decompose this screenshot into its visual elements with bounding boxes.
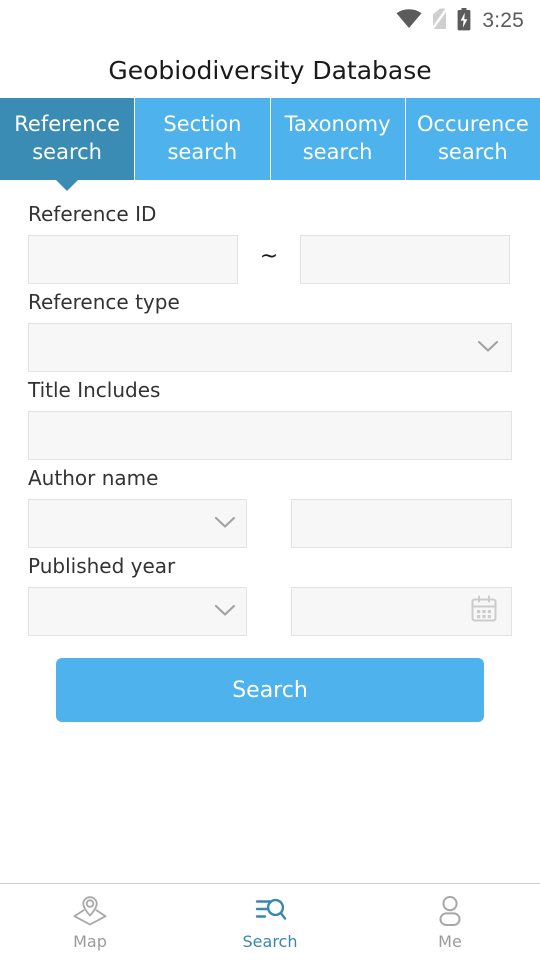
title-includes-input[interactable] — [28, 411, 512, 460]
label-author-name: Author name — [28, 466, 159, 490]
nav-label-me: Me — [438, 931, 462, 951]
calendar-icon[interactable] — [469, 594, 499, 629]
label-title-includes: Title Includes — [28, 378, 161, 402]
battery-charging-icon — [457, 7, 471, 35]
nav-item-search[interactable]: Search — [180, 894, 360, 951]
status-time: 3:25 — [482, 9, 524, 32]
page-title: Geobiodiversity Database — [108, 55, 432, 85]
field-title-includes: Title Includes — [28, 378, 512, 460]
tab-label-line1: Reference — [14, 112, 120, 137]
field-reference-id: Reference ID ~ — [28, 202, 512, 284]
published-year-row — [28, 587, 512, 636]
active-tab-pointer-icon — [56, 180, 79, 191]
field-reference-type: Reference type — [28, 290, 512, 372]
range-separator: ~ — [259, 243, 279, 269]
nav-label-search: Search — [242, 931, 298, 951]
nav-item-me[interactable]: Me — [360, 894, 540, 951]
tab-reference-search[interactable]: Reference search — [0, 98, 135, 191]
tab-label-line2: search — [32, 140, 102, 164]
search-list-icon — [251, 894, 289, 928]
field-author-name: Author name — [28, 466, 512, 548]
label-published-year: Published year — [28, 554, 176, 578]
reference-search-form: Reference ID ~ Reference type Title Incl — [0, 180, 540, 883]
label-reference-type: Reference type — [28, 290, 180, 314]
tab-label-line2: search — [302, 140, 373, 164]
person-icon — [431, 894, 469, 928]
map-pin-layers-icon — [71, 894, 109, 928]
nav-label-map: Map — [73, 931, 107, 951]
app-title-bar: Geobiodiversity Database — [0, 42, 540, 98]
status-bar: 3:25 — [0, 0, 540, 42]
reference-id-row: ~ — [28, 235, 512, 284]
tab-label-line1: Taxonomy — [284, 112, 391, 137]
chevron-down-icon — [214, 601, 236, 622]
reference-id-to-input[interactable] — [300, 235, 510, 284]
search-button-wrap: Search — [28, 642, 512, 722]
nav-item-map[interactable]: Map — [0, 894, 180, 951]
tab-label-line2: search — [437, 140, 508, 164]
wifi-icon — [396, 9, 422, 33]
tab-taxonomy-search[interactable]: Taxonomy search — [269, 98, 405, 180]
reference-id-from-input[interactable] — [28, 235, 238, 284]
tab-section-search[interactable]: Section search — [134, 98, 270, 180]
published-year-select[interactable] — [28, 587, 247, 636]
tab-label-line1: Occurence — [416, 112, 529, 137]
tab-bar: Reference search Section search Taxonomy… — [0, 98, 540, 191]
tab-label-line2: search — [167, 140, 238, 164]
reference-type-select[interactable] — [28, 323, 512, 372]
chevron-down-icon — [477, 337, 499, 358]
author-name-row — [28, 499, 512, 548]
bottom-navigation: Map Search Me — [0, 883, 540, 960]
author-name-input[interactable] — [291, 499, 512, 548]
no-sim-icon — [431, 7, 449, 34]
published-year-date-input[interactable] — [291, 587, 512, 636]
author-name-select[interactable] — [28, 499, 247, 548]
field-published-year: Published year — [28, 554, 512, 636]
app-screen: 3:25 Geobiodiversity Database Reference … — [0, 0, 540, 960]
tab-occurence-search[interactable]: Occurence search — [404, 98, 540, 180]
label-reference-id: Reference ID — [28, 202, 157, 226]
chevron-down-icon — [214, 513, 236, 534]
tab-label-line1: Section — [163, 112, 242, 137]
search-button[interactable]: Search — [56, 658, 484, 722]
